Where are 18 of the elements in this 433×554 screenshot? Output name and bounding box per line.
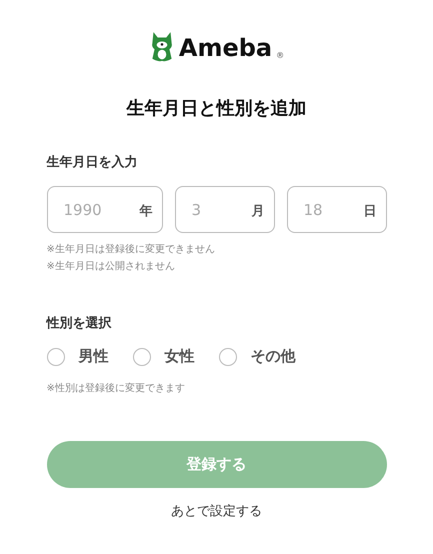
radio-button[interactable] (218, 348, 236, 366)
unit-label: 年 (140, 203, 152, 220)
radio-label[interactable]: その他 (250, 347, 296, 366)
note-text: ※生年月日は登録後に変更できません (46, 242, 216, 257)
section-label: 性別を選択 (46, 315, 112, 333)
registered-mark: ® (276, 50, 284, 62)
radio-label[interactable]: 女性 (164, 347, 194, 366)
note-text: ※性別は登録後に変更できます (46, 382, 186, 396)
section-label: 生年月日を入力 (46, 154, 138, 172)
later-link[interactable]: あとで設定する (171, 502, 262, 520)
page-title: 生年月日と性別を追加 (125, 97, 308, 121)
note-text: ※生年月日は公開されません (46, 260, 176, 274)
radio-button[interactable] (132, 348, 150, 366)
unit-label: 日 (364, 203, 376, 220)
unit-label: 月 (252, 203, 264, 220)
radio-label[interactable]: 男性 (78, 347, 108, 366)
logo-text: Ameba (178, 34, 272, 62)
radio-button[interactable] (46, 348, 64, 366)
